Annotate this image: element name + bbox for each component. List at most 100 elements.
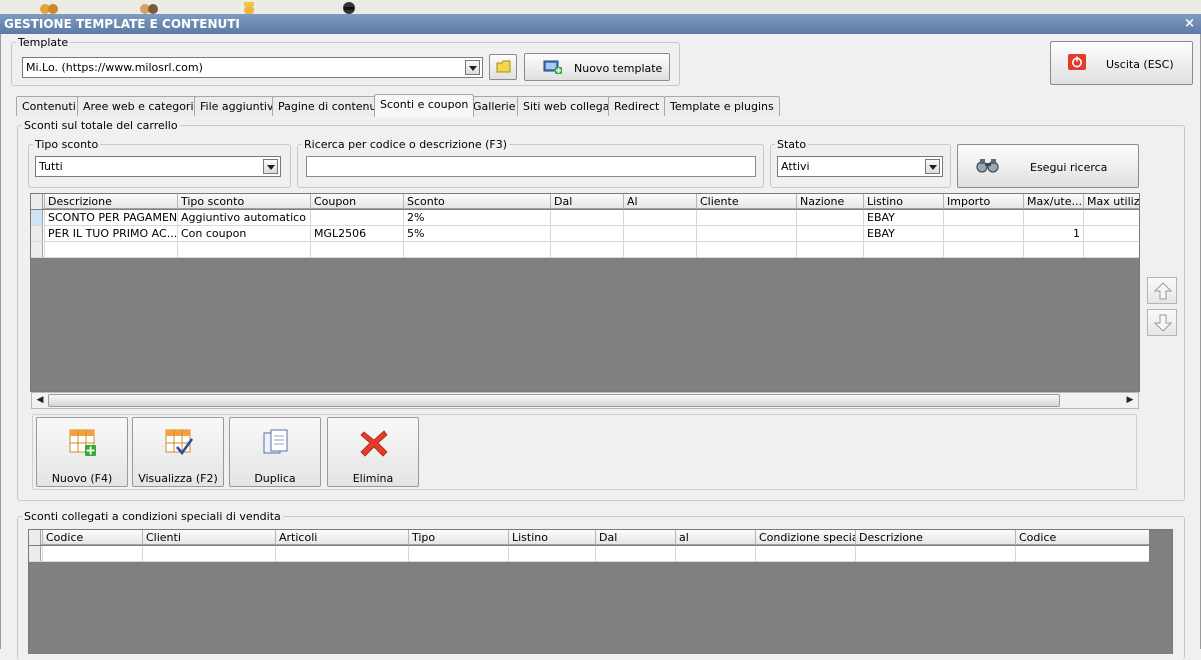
column-header[interactable]: Clienti: [142, 530, 275, 545]
chevron-down-icon[interactable]: [465, 60, 480, 75]
column-header[interactable]: Cliente: [696, 194, 796, 209]
cell-listino: EBAY: [863, 226, 943, 241]
cell-sconto: 5%: [403, 226, 550, 241]
table-row[interactable]: SCONTO PER PAGAMEN... Aggiuntivo automat…: [31, 210, 1139, 226]
worker-icon[interactable]: [238, 0, 260, 14]
tipo-sconto-value: Tutti: [39, 160, 63, 173]
cell-empty: [403, 242, 550, 257]
column-header[interactable]: Coupon: [310, 194, 403, 209]
column-header[interactable]: Max utilizzi: [1083, 194, 1139, 209]
exit-label: Uscita (ESC): [1106, 58, 1174, 71]
delete-x-icon: [360, 430, 388, 457]
cell-listino: EBAY: [863, 210, 943, 225]
special-discounts-table[interactable]: Codice Clienti Articoli Tipo Listino Dal…: [28, 529, 1173, 654]
binoculars-icon: [976, 159, 999, 173]
column-header[interactable]: Nazione: [796, 194, 863, 209]
tab-sconti-coupon[interactable]: Sconti e coupon: [374, 94, 475, 117]
column-header[interactable]: al: [675, 530, 755, 545]
column-header[interactable]: Listino: [863, 194, 943, 209]
move-down-button[interactable]: [1147, 309, 1177, 336]
column-header[interactable]: Codice: [1015, 530, 1149, 545]
cell-al: [623, 226, 696, 241]
cell-importo: [943, 210, 1023, 225]
column-header[interactable]: Max/ute...: [1023, 194, 1083, 209]
template-select-value: Mi.Lo. (https://www.milosrl.com): [26, 61, 203, 74]
table-row-empty[interactable]: [31, 242, 1139, 258]
tab-redirect[interactable]: Redirect: [608, 96, 666, 116]
scroll-left-icon[interactable]: ◀: [33, 394, 47, 407]
row-selector[interactable]: [31, 242, 43, 257]
cell-empty: [42, 546, 142, 561]
stato-select[interactable]: Attivi: [777, 156, 943, 177]
agent-icon[interactable]: [338, 0, 360, 14]
column-header[interactable]: Dal: [550, 194, 623, 209]
column-header[interactable]: Listino: [508, 530, 595, 545]
folder-icon: [496, 60, 511, 73]
duplicate-button[interactable]: Duplica: [229, 417, 321, 487]
cell-empty: [796, 242, 863, 257]
chevron-down-icon[interactable]: [925, 159, 940, 174]
column-header[interactable]: Descrizione: [44, 194, 177, 209]
tab-gallerie[interactable]: Gallerie: [467, 96, 522, 116]
cell-empty: [275, 546, 408, 561]
view-button[interactable]: Visualizza (F2): [132, 417, 224, 487]
tipo-sconto-select[interactable]: Tutti: [35, 156, 281, 177]
column-header[interactable]: Tipo: [408, 530, 508, 545]
column-header[interactable]: Condizione speciale: [755, 530, 855, 545]
duplicate-icon: [263, 429, 288, 454]
duplicate-button-label: Duplica: [254, 472, 296, 485]
table-row-empty[interactable]: [29, 546, 1149, 562]
cell-empty: [550, 242, 623, 257]
close-icon[interactable]: ×: [1184, 14, 1195, 34]
scroll-right-icon[interactable]: ▶: [1123, 394, 1137, 407]
tab-contenuti[interactable]: Contenuti: [16, 96, 82, 116]
column-header[interactable]: Dal: [595, 530, 675, 545]
tab-template-plugins[interactable]: Template e plugins: [664, 96, 780, 116]
cell-empty: [623, 242, 696, 257]
cell-cliente: [696, 210, 796, 225]
row-selector[interactable]: [31, 226, 43, 241]
tab-pagine-contenuti[interactable]: Pagine di contenuti: [272, 96, 390, 116]
row-selector[interactable]: [31, 210, 43, 225]
cell-empty: [44, 242, 177, 257]
cart-discounts-label: Sconti sul totale del carrello: [24, 119, 178, 132]
people-icon[interactable]: [138, 0, 160, 14]
move-up-button[interactable]: [1147, 277, 1177, 304]
open-folder-button[interactable]: [489, 54, 517, 80]
template-select[interactable]: Mi.Lo. (https://www.milosrl.com): [22, 57, 483, 78]
column-header[interactable]: Descrizione: [855, 530, 1015, 545]
scrollbar-thumb[interactable]: [48, 394, 1060, 407]
window-title: GESTIONE TEMPLATE E CONTENUTI: [4, 17, 240, 31]
search-input[interactable]: [306, 156, 756, 177]
users-icon[interactable]: [38, 0, 60, 14]
chevron-down-icon[interactable]: [263, 159, 278, 174]
cell-tipo-sconto: Con coupon: [177, 226, 310, 241]
window-titlebar: GESTIONE TEMPLATE E CONTENUTI ×: [0, 14, 1201, 34]
exit-button[interactable]: Uscita (ESC): [1050, 41, 1193, 85]
column-header[interactable]: Sconto: [403, 194, 550, 209]
cell-sconto: 2%: [403, 210, 550, 225]
tab-aree-web[interactable]: Aree web e categorie: [77, 96, 207, 116]
table-row[interactable]: PER IL TUO PRIMO AC... Con coupon MGL250…: [31, 226, 1139, 242]
view-button-label: Visualizza (F2): [138, 472, 218, 485]
column-header[interactable]: Articoli: [275, 530, 408, 545]
delete-button[interactable]: Elimina: [327, 417, 419, 487]
add-template-icon: [543, 60, 562, 74]
tab-file-aggiuntivi[interactable]: File aggiuntivi: [194, 96, 283, 116]
stato-label: Stato: [777, 138, 807, 151]
column-header[interactable]: Codice: [42, 530, 142, 545]
new-button[interactable]: Nuovo (F4): [36, 417, 128, 487]
cell-empty: [595, 546, 675, 561]
search-button[interactable]: Esegui ricerca: [957, 144, 1139, 188]
column-header[interactable]: Importo: [943, 194, 1023, 209]
row-selector[interactable]: [29, 546, 41, 561]
column-header[interactable]: Tipo sconto: [177, 194, 310, 209]
horizontal-scrollbar[interactable]: ◀ ▶: [31, 392, 1139, 409]
column-header[interactable]: Al: [623, 194, 696, 209]
cart-discounts-table[interactable]: Descrizione Tipo sconto Coupon Sconto Da…: [30, 193, 1140, 392]
power-icon: [1068, 54, 1086, 70]
cell-empty: [508, 546, 595, 561]
table-header: Codice Clienti Articoli Tipo Listino Dal…: [29, 530, 1149, 545]
cell-empty: [696, 242, 796, 257]
new-template-button[interactable]: Nuovo template: [524, 53, 670, 81]
